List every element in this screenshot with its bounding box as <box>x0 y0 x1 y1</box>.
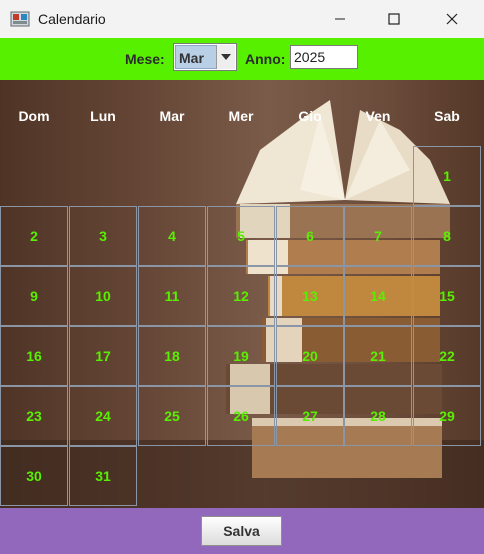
month-label: Mese: <box>125 51 165 67</box>
day-cell[interactable]: 5 <box>207 206 275 266</box>
dropdown-button[interactable] <box>216 45 235 69</box>
java-app-icon <box>10 11 30 27</box>
day-cell[interactable]: 7 <box>344 206 412 266</box>
day-cell[interactable]: 18 <box>138 326 206 386</box>
day-cell[interactable]: 29 <box>413 386 481 446</box>
day-cell[interactable]: 1 <box>413 146 481 206</box>
maximize-button[interactable] <box>366 0 422 38</box>
day-cell[interactable]: 27 <box>276 386 344 446</box>
close-icon <box>446 13 458 25</box>
chevron-down-icon <box>221 54 231 60</box>
weekday-header: Mar <box>159 108 185 124</box>
day-cell[interactable]: 24 <box>69 386 137 446</box>
weekday-header: Mer <box>228 108 254 124</box>
footer-bar: Salva <box>0 508 484 554</box>
minimize-button[interactable] <box>312 0 368 38</box>
weekday-header: Gio <box>298 108 322 124</box>
month-dropdown[interactable]: Mar <box>173 43 237 71</box>
day-cell[interactable]: 14 <box>344 266 412 326</box>
month-year-bar: Mese: Mar Anno: <box>0 38 484 80</box>
weekday-header: Dom <box>18 108 50 124</box>
day-cell[interactable]: 17 <box>69 326 137 386</box>
calendar-window: Calendario Mese: Mar Anno: 2025 Dom Lun … <box>0 0 484 554</box>
day-cell[interactable]: 19 <box>207 326 275 386</box>
title-bar: Calendario <box>0 0 484 39</box>
weekday-header: Sab <box>434 108 460 124</box>
day-cell[interactable]: 26 <box>207 386 275 446</box>
day-cell[interactable]: 21 <box>344 326 412 386</box>
day-cell[interactable]: 10 <box>69 266 137 326</box>
day-cell[interactable]: 9 <box>0 266 68 326</box>
day-cell[interactable]: 4 <box>138 206 206 266</box>
month-selected-value: Mar <box>175 45 217 69</box>
weekday-header: Lun <box>90 108 116 124</box>
weekday-header: Ven <box>365 108 391 124</box>
day-cell[interactable]: 16 <box>0 326 68 386</box>
save-button[interactable]: Salva <box>201 516 282 546</box>
day-cell[interactable]: 3 <box>69 206 137 266</box>
minimize-icon <box>335 18 345 20</box>
day-cell[interactable]: 12 <box>207 266 275 326</box>
year-input[interactable] <box>290 45 358 69</box>
day-cell[interactable]: 6 <box>276 206 344 266</box>
day-cell[interactable]: 20 <box>276 326 344 386</box>
day-cell[interactable]: 31 <box>69 446 137 506</box>
window-title: Calendario <box>38 11 106 27</box>
day-cell[interactable]: 28 <box>344 386 412 446</box>
day-cell[interactable]: 8 <box>413 206 481 266</box>
day-cell[interactable]: 22 <box>413 326 481 386</box>
day-cell[interactable]: 13 <box>276 266 344 326</box>
day-cell[interactable]: 25 <box>138 386 206 446</box>
year-label: Anno: <box>245 51 286 67</box>
calendar-grid: Dom Lun Mar Mer Gio Ven Sab 1 2 3 4 5 6 7 8 9 10 11 12 13 1… <box>0 80 484 508</box>
day-cell[interactable]: 11 <box>138 266 206 326</box>
day-cell[interactable]: 15 <box>413 266 481 326</box>
day-cell[interactable]: 30 <box>0 446 68 506</box>
day-cell[interactable]: 2 <box>0 206 68 266</box>
close-button[interactable] <box>424 0 480 38</box>
day-cell[interactable]: 23 <box>0 386 68 446</box>
maximize-icon <box>388 13 400 25</box>
